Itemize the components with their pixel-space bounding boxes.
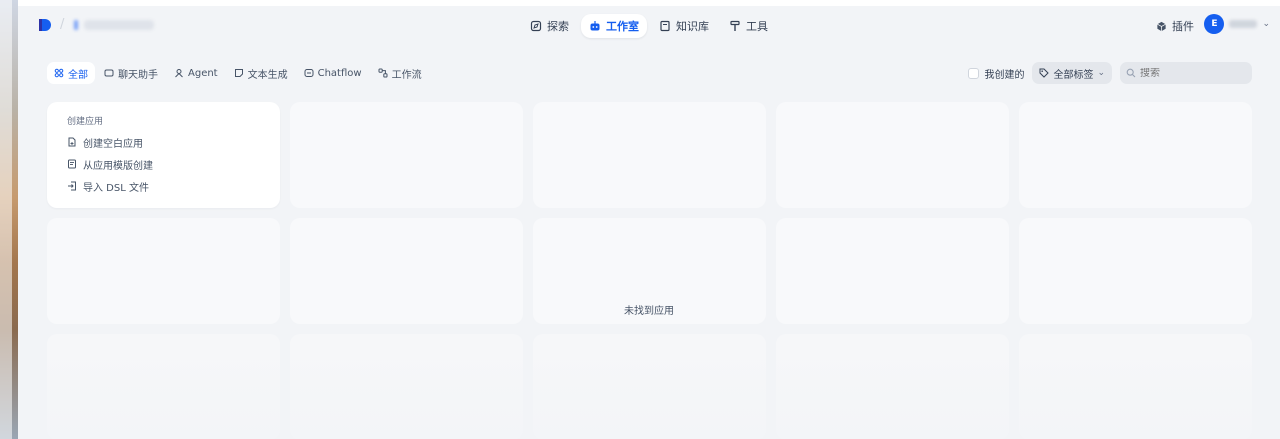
hammer-icon — [730, 20, 740, 31]
cube-icon — [1157, 21, 1166, 31]
tab-chat-assistant[interactable]: 聊天助手 — [97, 62, 165, 84]
app-card-placeholder — [290, 334, 523, 439]
nav-knowledge-label: 知识库 — [676, 20, 709, 33]
search-icon — [1126, 68, 1136, 78]
avatar: E — [1204, 14, 1225, 34]
create-blank-app-label: 创建空白应用 — [83, 138, 143, 150]
app-card-placeholder — [533, 334, 766, 439]
create-blank-app-button[interactable]: 创建空白应用 — [67, 131, 260, 153]
tab-label: 全部 — [68, 69, 88, 81]
nav-explore[interactable]: 探索 — [522, 14, 577, 38]
create-app-title: 创建应用 — [67, 117, 104, 127]
app-grid: 创建应用 创建空白应用 从应用模版创建 导入 DSL 文件 — [47, 102, 1252, 439]
app-card-placeholder — [1019, 334, 1252, 439]
text-icon — [234, 69, 243, 77]
nav-studio[interactable]: 工作室 — [581, 14, 647, 38]
tab-label: Chatflow — [317, 67, 362, 79]
tab-label: 文本生成 — [247, 69, 288, 81]
app-card-placeholder — [290, 102, 523, 208]
robot-icon — [590, 21, 600, 31]
chatflow-icon — [304, 69, 314, 77]
tab-text-generation[interactable]: 文本生成 — [227, 62, 295, 84]
user-name-redacted — [1229, 20, 1258, 28]
tag-filter-label: 全部标签 — [1053, 69, 1094, 81]
app-type-tabs: 全部 聊天助手 Agent 文本生成 Chatflow 工作流 — [47, 62, 429, 84]
nav-knowledge[interactable]: 知识库 — [651, 14, 717, 38]
import-dsl-button[interactable]: 导入 DSL 文件 — [67, 175, 260, 197]
search-input[interactable] — [1140, 67, 1240, 79]
app-card-placeholder — [47, 334, 280, 439]
filter-bar: 我创建的 全部标签 ⌄ — [968, 62, 1252, 84]
tab-label: Agent — [188, 67, 218, 79]
top-bar: / 探索 工作室 知识库 工具 插件 E ⌄ — [18, 0, 1280, 52]
search-box[interactable] — [1120, 62, 1252, 84]
app-card-placeholder — [533, 102, 766, 208]
import-icon — [68, 181, 76, 191]
user-menu[interactable]: E ⌄ — [1204, 14, 1270, 34]
agent-icon — [175, 69, 183, 78]
app-card-placeholder — [1019, 102, 1252, 208]
empty-state-message: 未找到应用 — [624, 306, 674, 317]
desktop-background-strip — [0, 0, 18, 439]
import-dsl-label: 导入 DSL 文件 — [83, 182, 149, 194]
grid-icon — [54, 68, 64, 78]
nav-tools-label: 工具 — [746, 20, 768, 33]
plugin-label: 插件 — [1172, 20, 1194, 33]
chevron-down-icon: ⌄ — [1097, 68, 1105, 78]
chevron-down-icon: ⌄ — [1262, 19, 1270, 29]
create-from-template-button[interactable]: 从应用模版创建 — [67, 153, 260, 175]
app-card-placeholder — [776, 102, 1009, 208]
create-from-template-label: 从应用模版创建 — [83, 160, 153, 172]
created-by-me-checkbox[interactable]: 我创建的 — [968, 66, 1024, 81]
tag-filter-select[interactable]: 全部标签 ⌄ — [1032, 62, 1112, 84]
tab-all[interactable]: 全部 — [47, 62, 95, 84]
template-icon — [68, 159, 76, 169]
plugin-button[interactable]: 插件 — [1156, 18, 1194, 34]
book-icon — [660, 20, 670, 32]
app-card-placeholder — [776, 334, 1009, 439]
main-nav: 探索 工作室 知识库 工具 — [18, 14, 1280, 38]
nav-tools[interactable]: 工具 — [721, 14, 776, 38]
app-window: / 探索 工作室 知识库 工具 插件 E ⌄ 全部 聊天助手 Agent 文本生… — [18, 0, 1280, 439]
checkbox-box[interactable] — [968, 67, 980, 79]
tab-chatflow[interactable]: Chatflow — [297, 62, 369, 84]
created-by-me-label: 我创建的 — [984, 69, 1025, 81]
explore-icon — [530, 20, 542, 32]
workflow-icon — [378, 68, 388, 78]
nav-studio-label: 工作室 — [606, 20, 639, 33]
tab-agent[interactable]: Agent — [167, 62, 225, 84]
tab-label: 聊天助手 — [118, 69, 158, 81]
chat-icon — [104, 69, 114, 77]
file-plus-icon — [68, 137, 76, 147]
tag-icon — [1039, 68, 1050, 78]
tab-workflow[interactable]: 工作流 — [371, 62, 429, 84]
create-app-card: 创建应用 创建空白应用 从应用模版创建 导入 DSL 文件 — [47, 102, 280, 208]
nav-explore-label: 探索 — [547, 20, 569, 33]
tab-label: 工作流 — [391, 69, 422, 81]
